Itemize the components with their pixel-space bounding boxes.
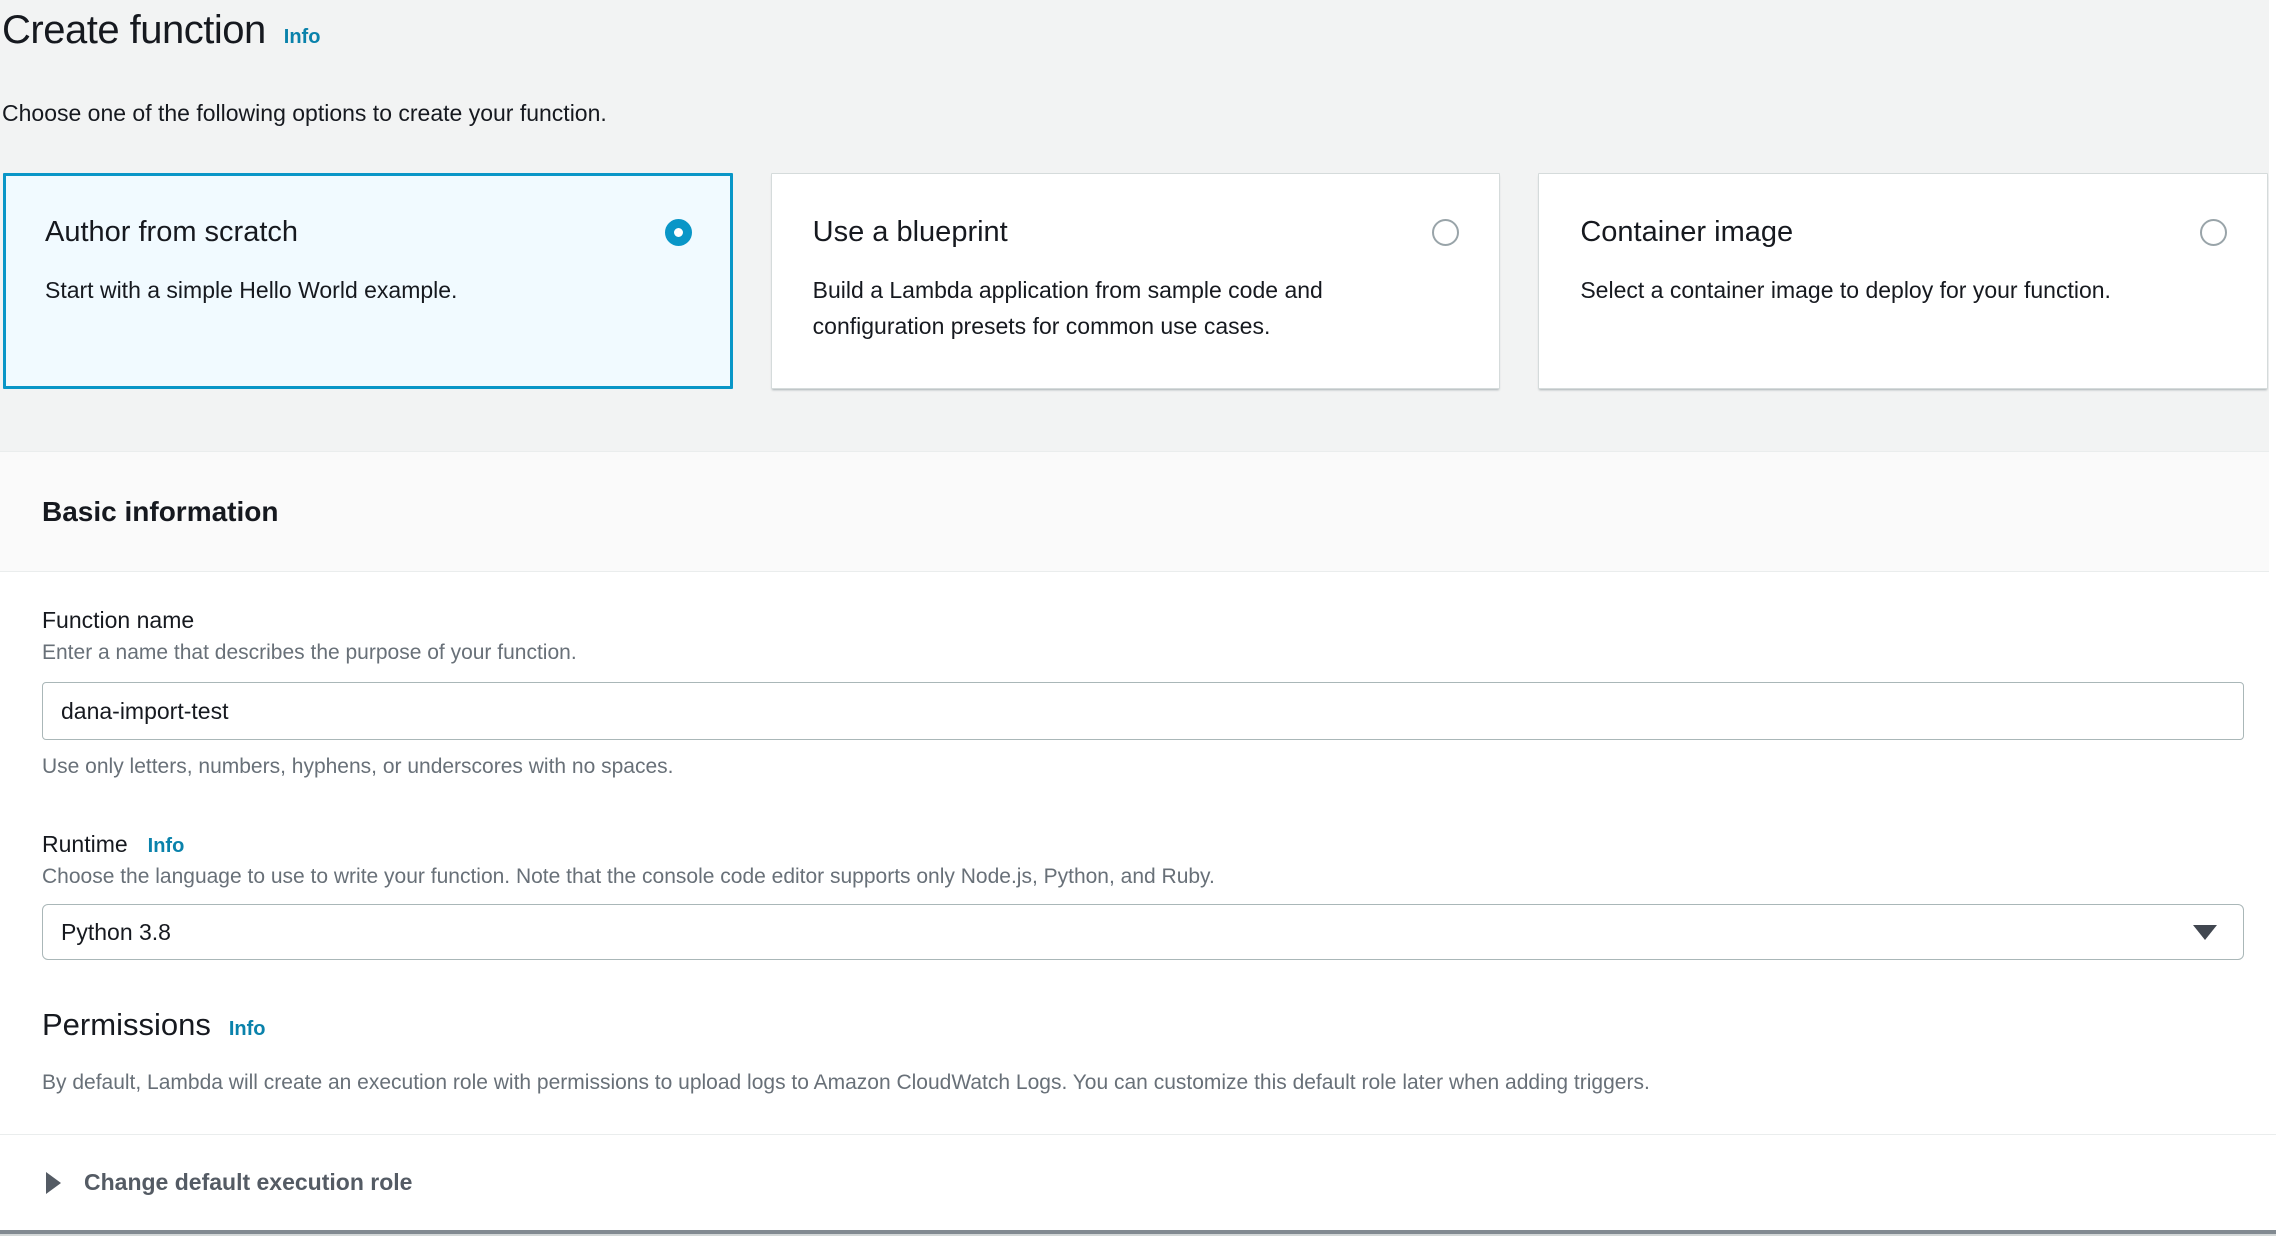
runtime-selected-value: Python 3.8 <box>61 919 171 946</box>
basic-information-content: Function name Enter a name that describe… <box>0 572 2276 1134</box>
card-head: Author from scratch <box>45 215 692 249</box>
page-title: Create function <box>2 6 266 54</box>
runtime-field-group: Runtime Info Choose the language to use … <box>42 830 2244 960</box>
page-header-section: Create function Info Choose one of the f… <box>0 0 2276 451</box>
card-title: Container image <box>1580 215 1793 249</box>
runtime-info-link[interactable]: Info <box>148 835 185 858</box>
permissions-heading: Permissions <box>42 1006 211 1044</box>
basic-information-heading: Basic information <box>42 496 278 528</box>
change-default-execution-role-expander[interactable]: Change default execution role <box>0 1134 2276 1230</box>
creation-option-cards: Author from scratch Start with a simple … <box>3 173 2268 389</box>
option-card-use-a-blueprint[interactable]: Use a blueprint Build a Lambda applicati… <box>771 173 1501 389</box>
function-name-field-group: Function name Enter a name that describe… <box>42 606 2244 780</box>
function-name-input[interactable] <box>42 682 2244 740</box>
radio-unselected-icon[interactable] <box>2200 219 2227 246</box>
permissions-description: By default, Lambda will create an execut… <box>42 1070 2244 1096</box>
card-head: Container image <box>1580 215 2227 249</box>
runtime-label-row: Runtime Info <box>42 830 2244 858</box>
basic-information-header: Basic information <box>0 451 2276 572</box>
function-name-description: Enter a name that describes the purpose … <box>42 640 2244 666</box>
card-head: Use a blueprint <box>813 215 1460 249</box>
radio-selected-icon[interactable] <box>665 219 692 246</box>
radio-unselected-icon[interactable] <box>1432 219 1459 246</box>
option-card-container-image[interactable]: Container image Select a container image… <box>1538 173 2268 389</box>
chevron-down-icon <box>2193 925 2217 940</box>
title-row: Create function Info <box>2 6 2276 54</box>
card-description: Build a Lambda application from sample c… <box>813 272 1453 344</box>
permissions-info-link[interactable]: Info <box>229 1018 266 1041</box>
title-info-link[interactable]: Info <box>284 26 321 49</box>
bottom-divider-shadow <box>0 1234 2276 1236</box>
option-card-author-from-scratch[interactable]: Author from scratch Start with a simple … <box>3 173 733 389</box>
expander-label: Change default execution role <box>84 1169 412 1196</box>
page-subtitle: Choose one of the following options to c… <box>2 100 2276 127</box>
runtime-select[interactable]: Python 3.8 <box>42 904 2244 960</box>
card-description: Select a container image to deploy for y… <box>1580 272 2220 308</box>
card-title: Author from scratch <box>45 215 298 249</box>
runtime-label: Runtime <box>42 830 128 858</box>
permissions-heading-row: Permissions Info <box>42 1006 2244 1044</box>
right-edge-gutter <box>2269 0 2276 573</box>
card-description: Start with a simple Hello World example. <box>45 272 685 308</box>
runtime-description: Choose the language to use to write your… <box>42 864 2244 890</box>
expander-arrow-icon <box>46 1172 61 1194</box>
function-name-label: Function name <box>42 606 2244 634</box>
card-title: Use a blueprint <box>813 215 1008 249</box>
function-name-constraint: Use only letters, numbers, hyphens, or u… <box>42 754 2244 780</box>
